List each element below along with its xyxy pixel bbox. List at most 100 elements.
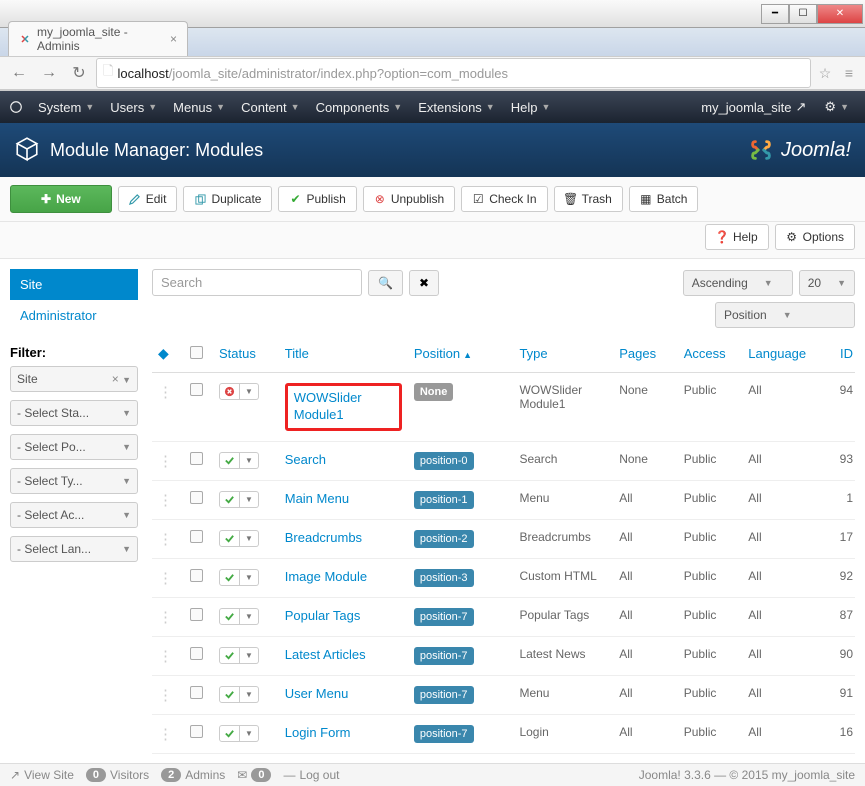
chevron-down-icon[interactable]: ▼ bbox=[240, 530, 259, 547]
minimize-button[interactable]: ━ bbox=[761, 4, 789, 24]
title-cell[interactable]: Main Menu bbox=[279, 480, 408, 519]
batch-button[interactable]: ▦Batch bbox=[629, 186, 699, 212]
th-access[interactable]: Access bbox=[678, 336, 743, 373]
drag-handle-icon[interactable]: ⋮ bbox=[158, 686, 173, 704]
filter-select-2[interactable]: - Select Ty...▼ bbox=[10, 468, 138, 494]
sort-order-icon[interactable]: ◆ bbox=[158, 345, 169, 361]
th-status[interactable]: Status bbox=[213, 336, 279, 373]
site-name-link[interactable]: my_joomla_site ↗ bbox=[701, 99, 806, 115]
filter-select-1[interactable]: - Select Po...▼ bbox=[10, 434, 138, 460]
admins-counter[interactable]: 2Admins bbox=[161, 768, 225, 782]
sidebar-tab-administrator[interactable]: Administrator bbox=[10, 300, 138, 331]
chevron-down-icon[interactable]: ▼ bbox=[240, 569, 259, 586]
search-submit-button[interactable]: 🔍 bbox=[368, 270, 403, 296]
help-button[interactable]: ❓Help bbox=[705, 224, 769, 250]
back-button[interactable]: ← bbox=[6, 60, 32, 86]
title-cell[interactable]: Breadcrumbs bbox=[279, 519, 408, 558]
drag-handle-icon[interactable]: ⋮ bbox=[158, 608, 173, 626]
search-input[interactable]: Search bbox=[152, 269, 362, 296]
th-pages[interactable]: Pages bbox=[613, 336, 678, 373]
drag-handle-icon[interactable]: ⋮ bbox=[158, 530, 173, 548]
drag-handle-icon[interactable]: ⋮ bbox=[158, 569, 173, 587]
sort-by-select[interactable]: Position▼ bbox=[715, 302, 855, 328]
row-checkbox[interactable] bbox=[190, 725, 203, 738]
url-field[interactable]: 🗋 localhost/joomla_site/administrator/in… bbox=[96, 58, 811, 88]
status-toggle[interactable]: ▼ bbox=[219, 569, 273, 586]
status-toggle[interactable]: ▼ bbox=[219, 647, 273, 664]
clear-icon[interactable]: × bbox=[112, 372, 119, 386]
drag-handle-icon[interactable]: ⋮ bbox=[158, 647, 173, 665]
joomla-icon[interactable] bbox=[8, 99, 24, 115]
filter-site[interactable]: Site × ▼ bbox=[10, 366, 138, 392]
row-checkbox[interactable] bbox=[190, 686, 203, 699]
title-cell[interactable]: Popular Tags bbox=[279, 597, 408, 636]
title-cell[interactable]: Image Module bbox=[279, 558, 408, 597]
bookmark-icon[interactable]: ☆ bbox=[815, 63, 835, 83]
logout-link[interactable]: —Log out bbox=[283, 768, 339, 782]
status-toggle[interactable]: ▼ bbox=[219, 452, 273, 469]
menu-users[interactable]: Users▼ bbox=[102, 100, 165, 115]
tab-close-icon[interactable]: × bbox=[170, 32, 177, 46]
maximize-button[interactable]: ☐ bbox=[789, 4, 817, 24]
row-checkbox[interactable] bbox=[190, 530, 203, 543]
status-toggle[interactable]: ▼ bbox=[219, 383, 273, 400]
chevron-down-icon[interactable]: ▼ bbox=[240, 608, 259, 625]
menu-components[interactable]: Components▼ bbox=[308, 100, 411, 115]
filter-select-3[interactable]: - Select Ac...▼ bbox=[10, 502, 138, 528]
forward-button[interactable]: → bbox=[36, 60, 62, 86]
title-cell[interactable]: Login Form bbox=[279, 714, 408, 753]
reload-button[interactable]: ↻ bbox=[66, 60, 92, 86]
title-cell[interactable]: Search bbox=[279, 441, 408, 480]
title-cell[interactable]: User Menu bbox=[279, 675, 408, 714]
row-checkbox[interactable] bbox=[190, 491, 203, 504]
sidebar-tab-site[interactable]: Site bbox=[10, 269, 138, 300]
visitors-counter[interactable]: 0Visitors bbox=[86, 768, 149, 782]
limit-select[interactable]: 20▼ bbox=[799, 270, 855, 296]
checkin-button[interactable]: ☑Check In bbox=[461, 186, 547, 212]
select-all-checkbox[interactable] bbox=[190, 346, 203, 359]
edit-button[interactable]: Edit bbox=[118, 186, 178, 212]
row-checkbox[interactable] bbox=[190, 569, 203, 582]
drag-handle-icon[interactable]: ⋮ bbox=[158, 491, 173, 509]
browser-tab[interactable]: my_joomla_site - Adminis × bbox=[8, 21, 188, 56]
th-position[interactable]: Position bbox=[408, 336, 514, 373]
chevron-down-icon[interactable]: ▼ bbox=[240, 647, 259, 664]
messages-counter[interactable]: ✉0 bbox=[237, 768, 271, 782]
menu-icon[interactable]: ≡ bbox=[839, 63, 859, 83]
drag-handle-icon[interactable]: ⋮ bbox=[158, 725, 173, 743]
status-toggle[interactable]: ▼ bbox=[219, 608, 273, 625]
trash-button[interactable]: 🗑Trash bbox=[554, 186, 623, 212]
unpublish-button[interactable]: ⊗Unpublish bbox=[363, 186, 455, 212]
status-toggle[interactable]: ▼ bbox=[219, 725, 273, 742]
chevron-down-icon[interactable]: ▼ bbox=[240, 725, 259, 742]
chevron-down-icon[interactable]: ▼ bbox=[240, 452, 259, 469]
chevron-down-icon[interactable]: ▼ bbox=[240, 383, 259, 400]
menu-content[interactable]: Content▼ bbox=[233, 100, 307, 115]
drag-handle-icon[interactable]: ⋮ bbox=[158, 452, 173, 470]
drag-handle-icon[interactable]: ⋮ bbox=[158, 383, 173, 401]
menu-menus[interactable]: Menus▼ bbox=[165, 100, 233, 115]
th-language[interactable]: Language bbox=[742, 336, 824, 373]
view-site-link[interactable]: ↗View Site bbox=[10, 768, 74, 782]
row-checkbox[interactable] bbox=[190, 383, 203, 396]
th-title[interactable]: Title bbox=[279, 336, 408, 373]
chevron-down-icon[interactable]: ▼ bbox=[240, 491, 259, 508]
filter-select-0[interactable]: - Select Sta...▼ bbox=[10, 400, 138, 426]
menu-system[interactable]: System▼ bbox=[30, 100, 102, 115]
publish-button[interactable]: ✔Publish bbox=[278, 186, 356, 212]
menu-extensions[interactable]: Extensions▼ bbox=[410, 100, 503, 115]
row-checkbox[interactable] bbox=[190, 452, 203, 465]
th-type[interactable]: Type bbox=[513, 336, 613, 373]
filter-select-4[interactable]: - Select Lan...▼ bbox=[10, 536, 138, 562]
menu-help[interactable]: Help▼ bbox=[503, 100, 559, 115]
chevron-down-icon[interactable]: ▼ bbox=[240, 686, 259, 703]
order-select[interactable]: Ascending▼ bbox=[683, 270, 793, 296]
settings-gear[interactable]: ⚙▼ bbox=[816, 99, 857, 115]
new-button[interactable]: ✚New bbox=[10, 185, 112, 213]
status-toggle[interactable]: ▼ bbox=[219, 491, 273, 508]
row-checkbox[interactable] bbox=[190, 608, 203, 621]
window-close-button[interactable]: ✕ bbox=[817, 4, 863, 24]
row-checkbox[interactable] bbox=[190, 647, 203, 660]
th-id[interactable]: ID bbox=[824, 336, 855, 373]
duplicate-button[interactable]: Duplicate bbox=[183, 186, 272, 212]
